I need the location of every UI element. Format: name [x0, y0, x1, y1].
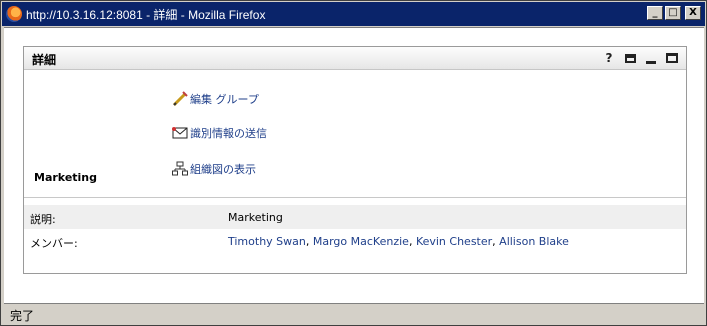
member-link[interactable]: Timothy Swan: [228, 235, 306, 248]
status-bar: 完了: [4, 303, 704, 324]
title-bar: http://10.3.16.12:8081 - 詳細 - Mozilla Fi…: [2, 2, 705, 26]
org-chart-icon: [172, 161, 188, 176]
portlet-tools: ?: [603, 51, 678, 65]
description-row: 説明: Marketing: [24, 205, 686, 229]
member-separator: ,: [305, 235, 313, 248]
detail-portlet: 詳細 ? 編集 グループ 識別情報の送信 組織図の表示 Marketing 説明…: [23, 46, 687, 274]
maximize-window-button[interactable]: □: [665, 6, 681, 20]
view-org-chart-link[interactable]: 組織図の表示: [172, 161, 256, 177]
envelope-icon: [172, 127, 188, 139]
portlet-title: 詳細: [32, 53, 57, 67]
pencil-icon: [172, 91, 188, 107]
send-identity-link[interactable]: 識別情報の送信: [172, 125, 267, 141]
maximize-icon[interactable]: [666, 53, 678, 63]
members-label: メンバー:: [30, 237, 78, 250]
member-link[interactable]: Allison Blake: [499, 235, 569, 248]
window-controls: _ □ X: [647, 6, 701, 20]
edit-group-label: 編集 グループ: [190, 93, 259, 106]
portlet-header: 詳細 ?: [24, 47, 686, 70]
send-identity-label: 識別情報の送信: [190, 127, 267, 140]
help-icon[interactable]: ?: [603, 51, 615, 65]
minimize-window-button[interactable]: _: [647, 6, 663, 20]
printer-icon[interactable]: [625, 53, 636, 63]
close-window-button[interactable]: X: [685, 6, 701, 20]
description-value: Marketing: [228, 211, 283, 224]
view-org-chart-label: 組織図の表示: [190, 163, 256, 176]
description-label: 説明:: [30, 213, 56, 226]
status-text: 完了: [10, 309, 35, 323]
browser-window: http://10.3.16.12:8081 - 詳細 - Mozilla Fi…: [0, 0, 707, 326]
member-link[interactable]: Margo MacKenzie: [313, 235, 409, 248]
page-viewport: 詳細 ? 編集 グループ 識別情報の送信 組織図の表示 Marketing 説明…: [4, 27, 704, 304]
section-divider: [24, 197, 686, 198]
member-separator: ,: [408, 235, 416, 248]
member-link[interactable]: Kevin Chester: [416, 235, 492, 248]
members-list: Timothy Swan, Margo MacKenzie, Kevin Che…: [228, 235, 569, 248]
window-title: http://10.3.16.12:8081 - 詳細 - Mozilla Fi…: [26, 7, 266, 22]
members-row: メンバー: Timothy Swan, Margo MacKenzie, Kev…: [24, 229, 686, 253]
group-name: Marketing: [34, 171, 98, 184]
minimize-icon[interactable]: [646, 60, 656, 64]
firefox-icon: [6, 6, 22, 22]
edit-group-link[interactable]: 編集 グループ: [172, 91, 259, 107]
